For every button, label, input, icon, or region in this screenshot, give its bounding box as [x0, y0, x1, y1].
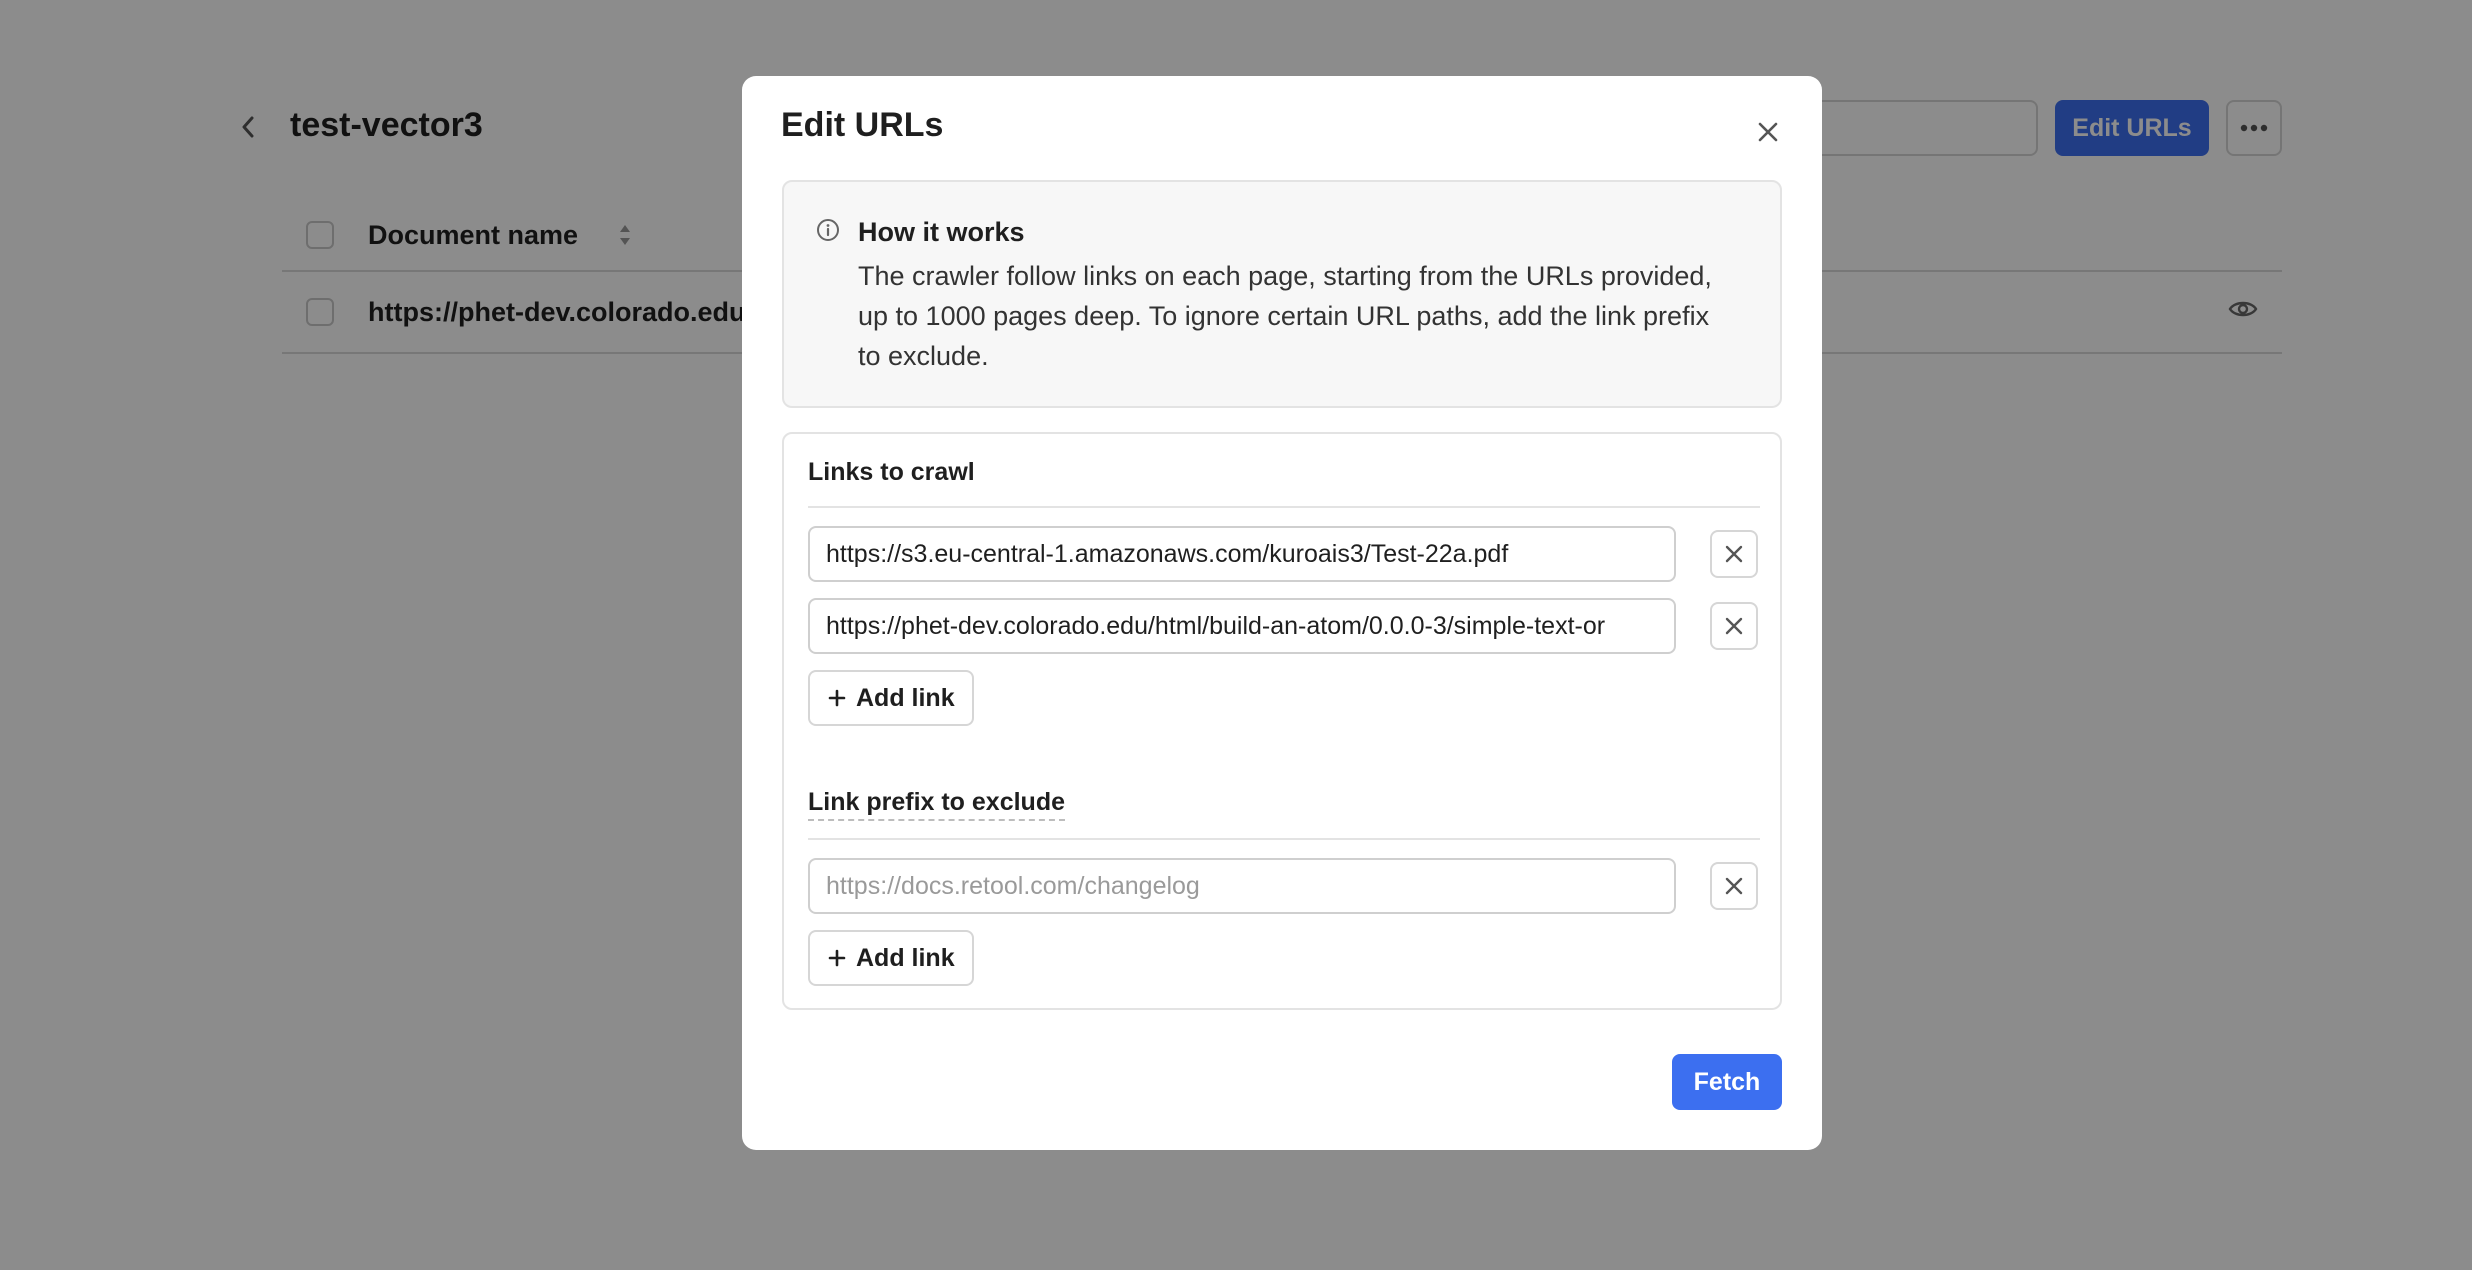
- plus-icon: [828, 689, 846, 707]
- remove-link-button[interactable]: [1710, 602, 1758, 650]
- fetch-button[interactable]: Fetch: [1672, 1054, 1782, 1110]
- remove-prefix-button[interactable]: [1710, 862, 1758, 910]
- add-exclude-link-button[interactable]: Add link: [808, 930, 974, 986]
- info-title: How it works: [858, 217, 1025, 247]
- close-icon: [1725, 617, 1743, 635]
- url-fields-panel: Links to crawl https://s3.eu-central-1.a…: [782, 432, 1782, 1010]
- remove-link-button[interactable]: [1710, 530, 1758, 578]
- modal-title: Edit URLs: [781, 106, 944, 144]
- crawl-link-input[interactable]: https://s3.eu-central-1.amazonaws.com/ku…: [808, 526, 1676, 582]
- crawl-link-input[interactable]: https://phet-dev.colorado.edu/html/build…: [808, 598, 1676, 654]
- link-prefix-exclude-label: Link prefix to exclude: [808, 788, 1066, 821]
- divider: [808, 838, 1760, 840]
- how-it-works-panel: How it works The crawler follow links on…: [782, 180, 1782, 408]
- links-to-crawl-label: Links to crawl: [808, 458, 975, 486]
- add-link-label: Add link: [856, 943, 955, 972]
- add-crawl-link-button[interactable]: Add link: [808, 670, 974, 726]
- info-icon: [816, 218, 840, 247]
- close-icon: [1725, 545, 1743, 563]
- edit-urls-modal: Edit URLs How it works The crawler follo…: [742, 76, 1822, 1150]
- exclude-prefix-input[interactable]: https://docs.retool.com/changelog: [808, 858, 1676, 914]
- divider: [808, 506, 1760, 508]
- close-icon: [1725, 877, 1743, 895]
- plus-icon: [828, 949, 846, 967]
- add-link-label: Add link: [856, 683, 955, 712]
- close-icon[interactable]: [1746, 110, 1790, 154]
- info-text: The crawler follow links on each page, s…: [858, 261, 1712, 371]
